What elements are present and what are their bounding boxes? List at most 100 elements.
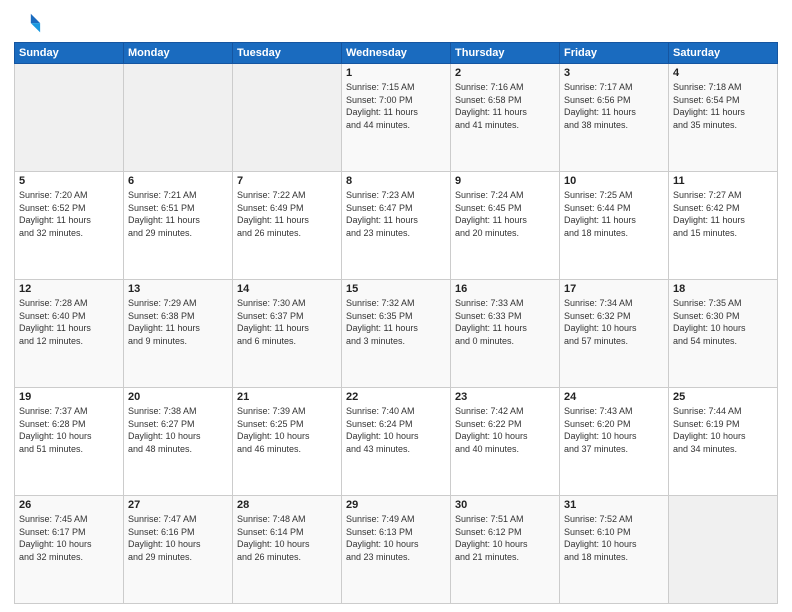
day-cell: 29Sunrise: 7:49 AM Sunset: 6:13 PM Dayli… <box>342 496 451 604</box>
day-number: 16 <box>455 283 555 295</box>
day-cell: 31 Sunrise: 7:52 AM Sunset: 6:10 PM Dayli… <box>560 496 669 604</box>
day-info: Sunrise: 7:29 AM Sunset: 6:38 PM Dayligh… <box>128 297 228 347</box>
day-info: Sunrise: 7:20 AM Sunset: 6:52 PM Dayligh… <box>19 189 119 239</box>
day-cell: 24 Sunrise: 7:43 AM Sunset: 6:20 PM Dayli… <box>560 388 669 496</box>
day-info: Sunrise: 7:21 AM Sunset: 6:51 PM Dayligh… <box>128 189 228 239</box>
day-info: Sunrise: 7:17 AM Sunset: 6:56 PM Dayligh… <box>564 81 664 131</box>
day-info: Sunrise: 7:47 AM Sunset: 6:16 PM Dayligh… <box>128 513 228 563</box>
day-info: Sunrise: 7:30 AM Sunset: 6:37 PM Dayligh… <box>237 297 337 347</box>
day-info: Sunrise: 7:42 AM Sunset: 6:22 PM Dayligh… <box>455 405 555 455</box>
day-cell: 14 Sunrise: 7:30 AM Sunset: 6:37 PM Dayli… <box>233 280 342 388</box>
day-cell: 11 Sunrise: 7:27 AM Sunset: 6:42 PM Dayli… <box>669 172 778 280</box>
day-number: 23 <box>455 391 555 403</box>
day-cell: 13 Sunrise: 7:29 AM Sunset: 6:38 PM Dayli… <box>124 280 233 388</box>
day-info: Sunrise: 7:23 AM Sunset: 6:47 PM Dayligh… <box>346 189 446 239</box>
day-cell: 20 Sunrise: 7:38 AM Sunset: 6:27 PM Dayli… <box>124 388 233 496</box>
day-number: 3 <box>564 67 664 79</box>
day-number: 22 <box>346 391 446 403</box>
day-number: 4 <box>673 67 773 79</box>
day-cell: 19 Sunrise: 7:37 AM Sunset: 6:28 PM Dayli… <box>15 388 124 496</box>
day-number: 13 <box>128 283 228 295</box>
day-number: 8 <box>346 175 446 187</box>
day-info: Sunrise: 7:35 AM Sunset: 6:30 PM Dayligh… <box>673 297 773 347</box>
day-number: 11 <box>673 175 773 187</box>
day-cell: 2 Sunrise: 7:16 AM Sunset: 6:58 PM Daylig… <box>451 64 560 172</box>
day-number: 30 <box>455 499 555 511</box>
day-info: Sunrise: 7:27 AM Sunset: 6:42 PM Dayligh… <box>673 189 773 239</box>
day-cell: 28 Sunrise: 7:48 AM Sunset: 6:14 PM Dayli… <box>233 496 342 604</box>
day-cell: 26 Sunrise: 7:45 AM Sunset: 6:17 PM Dayli… <box>15 496 124 604</box>
day-number: 25 <box>673 391 773 403</box>
day-cell: 27Sunrise: 7:47 AM Sunset: 6:16 PM Dayli… <box>124 496 233 604</box>
logo-icon <box>14 10 42 38</box>
weekday-header-wednesday: Wednesday <box>342 43 451 64</box>
day-cell: 4 Sunrise: 7:18 AM Sunset: 6:54 PM Daylig… <box>669 64 778 172</box>
day-number: 18 <box>673 283 773 295</box>
weekday-header-row: SundayMondayTuesdayWednesdayThursdayFrid… <box>15 43 778 64</box>
day-number: 24 <box>564 391 664 403</box>
day-cell: 17Sunrise: 7:34 AM Sunset: 6:32 PM Dayli… <box>560 280 669 388</box>
page: SundayMondayTuesdayWednesdayThursdayFrid… <box>0 0 792 612</box>
weekday-header-sunday: Sunday <box>15 43 124 64</box>
day-info: Sunrise: 7:34 AM Sunset: 6:32 PM Dayligh… <box>564 297 664 347</box>
day-number: 28 <box>237 499 337 511</box>
day-number: 5 <box>19 175 119 187</box>
day-cell: 10 Sunrise: 7:25 AM Sunset: 6:44 PM Dayli… <box>560 172 669 280</box>
day-number: 6 <box>128 175 228 187</box>
day-info: Sunrise: 7:48 AM Sunset: 6:14 PM Dayligh… <box>237 513 337 563</box>
day-number: 21 <box>237 391 337 403</box>
day-number: 7 <box>237 175 337 187</box>
day-number: 20 <box>128 391 228 403</box>
day-info: Sunrise: 7:43 AM Sunset: 6:20 PM Dayligh… <box>564 405 664 455</box>
week-row-1: 5 Sunrise: 7:20 AM Sunset: 6:52 PM Daylig… <box>15 172 778 280</box>
day-info: Sunrise: 7:40 AM Sunset: 6:24 PM Dayligh… <box>346 405 446 455</box>
day-number: 26 <box>19 499 119 511</box>
week-row-4: 26 Sunrise: 7:45 AM Sunset: 6:17 PM Dayli… <box>15 496 778 604</box>
day-number: 31 <box>564 499 664 511</box>
day-number: 10 <box>564 175 664 187</box>
day-cell <box>233 64 342 172</box>
day-info: Sunrise: 7:45 AM Sunset: 6:17 PM Dayligh… <box>19 513 119 563</box>
day-cell: 30 Sunrise: 7:51 AM Sunset: 6:12 PM Dayli… <box>451 496 560 604</box>
day-cell: 3 Sunrise: 7:17 AM Sunset: 6:56 PM Daylig… <box>560 64 669 172</box>
logo <box>14 10 44 38</box>
day-number: 14 <box>237 283 337 295</box>
day-cell: 5 Sunrise: 7:20 AM Sunset: 6:52 PM Daylig… <box>15 172 124 280</box>
day-number: 29 <box>346 499 446 511</box>
week-row-3: 19 Sunrise: 7:37 AM Sunset: 6:28 PM Dayli… <box>15 388 778 496</box>
day-info: Sunrise: 7:37 AM Sunset: 6:28 PM Dayligh… <box>19 405 119 455</box>
calendar: SundayMondayTuesdayWednesdayThursdayFrid… <box>14 42 778 604</box>
day-info: Sunrise: 7:52 AM Sunset: 6:10 PM Dayligh… <box>564 513 664 563</box>
day-cell: 7 Sunrise: 7:22 AM Sunset: 6:49 PM Daylig… <box>233 172 342 280</box>
weekday-header-friday: Friday <box>560 43 669 64</box>
day-info: Sunrise: 7:18 AM Sunset: 6:54 PM Dayligh… <box>673 81 773 131</box>
day-cell: 25Sunrise: 7:44 AM Sunset: 6:19 PM Dayli… <box>669 388 778 496</box>
day-info: Sunrise: 7:25 AM Sunset: 6:44 PM Dayligh… <box>564 189 664 239</box>
day-info: Sunrise: 7:33 AM Sunset: 6:33 PM Dayligh… <box>455 297 555 347</box>
day-cell <box>124 64 233 172</box>
day-info: Sunrise: 7:22 AM Sunset: 6:49 PM Dayligh… <box>237 189 337 239</box>
day-cell: 12 Sunrise: 7:28 AM Sunset: 6:40 PM Dayli… <box>15 280 124 388</box>
day-info: Sunrise: 7:16 AM Sunset: 6:58 PM Dayligh… <box>455 81 555 131</box>
day-cell: 1 Sunrise: 7:15 AM Sunset: 7:00 PM Daylig… <box>342 64 451 172</box>
day-info: Sunrise: 7:38 AM Sunset: 6:27 PM Dayligh… <box>128 405 228 455</box>
day-cell <box>669 496 778 604</box>
weekday-header-tuesday: Tuesday <box>233 43 342 64</box>
day-info: Sunrise: 7:15 AM Sunset: 7:00 PM Dayligh… <box>346 81 446 131</box>
day-info: Sunrise: 7:24 AM Sunset: 6:45 PM Dayligh… <box>455 189 555 239</box>
day-cell: 9 Sunrise: 7:24 AM Sunset: 6:45 PM Daylig… <box>451 172 560 280</box>
day-cell <box>15 64 124 172</box>
day-cell: 16 Sunrise: 7:33 AM Sunset: 6:33 PM Dayli… <box>451 280 560 388</box>
day-number: 1 <box>346 67 446 79</box>
day-cell: 15Sunrise: 7:32 AM Sunset: 6:35 PM Dayli… <box>342 280 451 388</box>
day-number: 12 <box>19 283 119 295</box>
day-number: 9 <box>455 175 555 187</box>
day-info: Sunrise: 7:32 AM Sunset: 6:35 PM Dayligh… <box>346 297 446 347</box>
day-info: Sunrise: 7:51 AM Sunset: 6:12 PM Dayligh… <box>455 513 555 563</box>
weekday-header-saturday: Saturday <box>669 43 778 64</box>
header <box>14 10 778 38</box>
day-number: 2 <box>455 67 555 79</box>
weekday-header-thursday: Thursday <box>451 43 560 64</box>
day-number: 19 <box>19 391 119 403</box>
day-info: Sunrise: 7:28 AM Sunset: 6:40 PM Dayligh… <box>19 297 119 347</box>
